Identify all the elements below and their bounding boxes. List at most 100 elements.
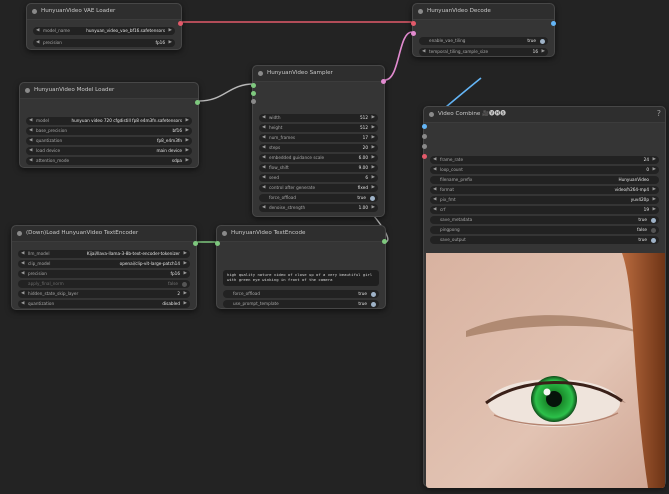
arrow-right-icon[interactable]: ▶ xyxy=(653,166,656,174)
arrow-right-icon[interactable]: ▶ xyxy=(186,117,189,125)
vae-output-port[interactable] xyxy=(178,21,183,26)
denoise-strength-widget[interactable]: ◀ denoise_strength 1.00 ▶ xyxy=(259,204,378,212)
flow-shift-widget[interactable]: ◀ flow_shift 9.00 ▶ xyxy=(259,164,378,172)
model-widget[interactable]: ◀ model hunyuan video 720 cfgdistill fp8… xyxy=(26,117,192,125)
base-precision-widget[interactable]: ◀ base_precision bf16 ▶ xyxy=(26,127,192,135)
arrow-left-icon[interactable]: ◀ xyxy=(262,154,265,162)
apply-final-norm-toggle[interactable]: apply_final_norm false xyxy=(18,280,190,288)
sampler-node[interactable]: HunyuanVideo Sampler ◀ width 512 ▶ ◀ hei… xyxy=(251,65,386,217)
audio-input-port[interactable] xyxy=(422,134,427,139)
toggle-icon[interactable] xyxy=(182,281,187,287)
sampler-model-input-port[interactable] xyxy=(251,83,256,88)
arrow-right-icon[interactable]: ▶ xyxy=(653,156,656,164)
arrow-left-icon[interactable]: ◀ xyxy=(262,164,265,172)
decode-node[interactable]: HunyuanVideo Decode enable_vae_tiling tr… xyxy=(411,3,556,57)
vae-model-name-widget[interactable]: ◀ model_name hunyuan_video_vae_bf16.safe… xyxy=(33,27,175,35)
arrow-right-icon[interactable]: ▶ xyxy=(184,300,187,308)
arrow-right-icon[interactable]: ▶ xyxy=(186,147,189,155)
arrow-left-icon[interactable]: ◀ xyxy=(262,124,265,132)
arrow-left-icon[interactable]: ◀ xyxy=(262,144,265,152)
node-canvas[interactable]: HunyuanVideo VAE Loader ◀ model_name hun… xyxy=(0,0,669,494)
arrow-left-icon[interactable]: ◀ xyxy=(21,250,24,258)
arrow-right-icon[interactable]: ▶ xyxy=(184,290,187,298)
vae-precision-widget[interactable]: ◀ precision fp16 ▶ xyxy=(33,39,175,47)
arrow-right-icon[interactable]: ▶ xyxy=(372,184,375,192)
control-after-generate-widget[interactable]: ◀ control after generate fixed ▶ xyxy=(259,184,378,192)
arrow-left-icon[interactable]: ◀ xyxy=(262,204,265,212)
llm-model-widget[interactable]: ◀ llm_model Kijai/llava-llama-3-8b-text-… xyxy=(18,250,190,258)
decode-vae-input-port[interactable] xyxy=(411,21,416,26)
arrow-right-icon[interactable]: ▶ xyxy=(372,164,375,172)
model-output-port[interactable] xyxy=(195,100,200,105)
pingpong-toggle[interactable]: pingpong false xyxy=(430,226,659,234)
model-loader-node[interactable]: HunyuanVideo Model Loader ◀ model hunyua… xyxy=(19,82,200,168)
arrow-right-icon[interactable]: ▶ xyxy=(186,157,189,165)
load-device-widget[interactable]: ◀ load device main device ▶ xyxy=(26,147,192,155)
arrow-right-icon[interactable]: ▶ xyxy=(169,27,172,35)
arrow-right-icon[interactable]: ▶ xyxy=(542,48,545,56)
crf-widget[interactable]: ◀ crf 19 ▶ xyxy=(430,206,659,214)
images-input-port[interactable] xyxy=(422,124,427,129)
loop-count-widget[interactable]: ◀ loop_count 0 ▶ xyxy=(430,166,659,174)
quantization-widget[interactable]: ◀ quantization fp8_e4m3fn ▶ xyxy=(26,137,192,145)
arrow-left-icon[interactable]: ◀ xyxy=(29,117,32,125)
encode-force-offload-toggle[interactable]: force_offload true xyxy=(223,290,379,298)
toggle-icon[interactable] xyxy=(371,291,376,297)
decode-samples-input-port[interactable] xyxy=(411,31,416,36)
video-combine-node[interactable]: Video Combine 🎥🅥🅗🅢 ? ◀ frame_rate 24 ▶ ◀… xyxy=(422,106,666,488)
toggle-icon[interactable] xyxy=(651,237,656,243)
meta-batch-input-port[interactable] xyxy=(422,144,427,149)
arrow-right-icon[interactable]: ▶ xyxy=(372,204,375,212)
attention-mode-widget[interactable]: ◀ attention_mode sdpa ▶ xyxy=(26,157,192,165)
arrow-right-icon[interactable]: ▶ xyxy=(186,127,189,135)
guidance-scale-widget[interactable]: ◀ embedded guidance scale 6.00 ▶ xyxy=(259,154,378,162)
vae-loader-node[interactable]: HunyuanVideo VAE Loader ◀ model_name hun… xyxy=(26,3,183,50)
prompt-template-toggle[interactable]: use_prompt_template true xyxy=(223,300,379,308)
sampler-samples-output-port[interactable] xyxy=(381,79,386,84)
arrow-left-icon[interactable]: ◀ xyxy=(433,206,436,214)
text-encode-input-port[interactable] xyxy=(215,241,220,246)
arrow-right-icon[interactable]: ▶ xyxy=(653,186,656,194)
arrow-right-icon[interactable]: ▶ xyxy=(186,137,189,145)
text-precision-widget[interactable]: ◀ precision fp16 ▶ xyxy=(18,270,190,278)
arrow-left-icon[interactable]: ◀ xyxy=(262,174,265,182)
arrow-left-icon[interactable]: ◀ xyxy=(21,290,24,298)
vae-input-port[interactable] xyxy=(422,154,427,159)
arrow-left-icon[interactable]: ◀ xyxy=(29,137,32,145)
arrow-left-icon[interactable]: ◀ xyxy=(29,157,32,165)
toggle-icon[interactable] xyxy=(371,301,376,307)
arrow-left-icon[interactable]: ◀ xyxy=(29,147,32,155)
arrow-left-icon[interactable]: ◀ xyxy=(36,39,39,47)
toggle-icon[interactable] xyxy=(370,195,375,201)
format-widget[interactable]: ◀ format video/h264-mp4 ▶ xyxy=(430,186,659,194)
arrow-left-icon[interactable]: ◀ xyxy=(29,127,32,135)
save-output-toggle[interactable]: save_output true xyxy=(430,236,659,244)
arrow-left-icon[interactable]: ◀ xyxy=(36,27,39,35)
video-preview[interactable] xyxy=(426,253,665,488)
text-embeds-output-port[interactable] xyxy=(382,239,387,244)
text-quantization-widget[interactable]: ◀ quantization disabled ▶ xyxy=(18,300,190,308)
arrow-right-icon[interactable]: ▶ xyxy=(372,174,375,182)
arrow-right-icon[interactable]: ▶ xyxy=(169,39,172,47)
arrow-left-icon[interactable]: ◀ xyxy=(21,300,24,308)
arrow-left-icon[interactable]: ◀ xyxy=(433,186,436,194)
text-encode-node[interactable]: HunyuanVideo TextEncode high quality nat… xyxy=(215,225,387,309)
arrow-right-icon[interactable]: ▶ xyxy=(372,124,375,132)
toggle-icon[interactable] xyxy=(651,217,656,223)
arrow-right-icon[interactable]: ▶ xyxy=(372,144,375,152)
arrow-left-icon[interactable]: ◀ xyxy=(262,114,265,122)
arrow-right-icon[interactable]: ▶ xyxy=(372,134,375,142)
width-widget[interactable]: ◀ width 512 ▶ xyxy=(259,114,378,122)
hidden-state-skip-widget[interactable]: ◀ hidden_state_skip_layer 2 ▶ xyxy=(18,290,190,298)
arrow-left-icon[interactable]: ◀ xyxy=(21,270,24,278)
arrow-right-icon[interactable]: ▶ xyxy=(372,114,375,122)
save-metadata-toggle[interactable]: save_metadata true xyxy=(430,216,659,224)
arrow-right-icon[interactable]: ▶ xyxy=(653,206,656,214)
arrow-right-icon[interactable]: ▶ xyxy=(184,270,187,278)
arrow-left-icon[interactable]: ◀ xyxy=(21,260,24,268)
vae-tiling-toggle[interactable]: enable_vae_tiling true xyxy=(419,37,548,45)
arrow-right-icon[interactable]: ▶ xyxy=(372,154,375,162)
seed-widget[interactable]: ◀ seed 6 ▶ xyxy=(259,174,378,182)
sampler-latents-input-port[interactable] xyxy=(251,99,256,104)
toggle-icon[interactable] xyxy=(651,227,656,233)
